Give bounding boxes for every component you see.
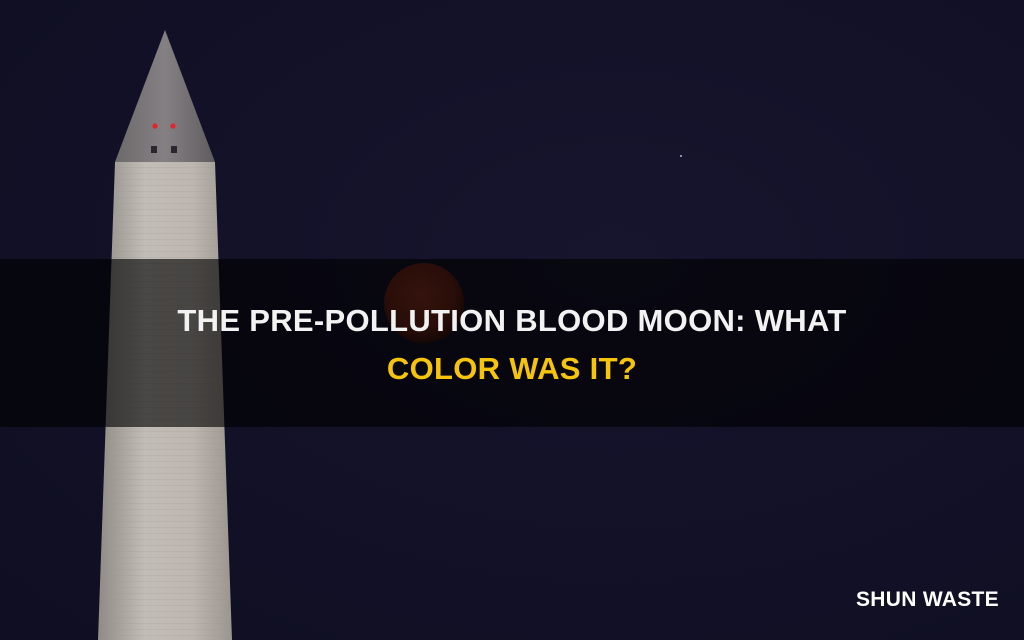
title-line-2: COLOR WAS IT? xyxy=(386,351,638,386)
warning-light xyxy=(152,123,158,129)
monument-pyramidion xyxy=(115,30,215,162)
monument-window xyxy=(151,146,157,153)
star xyxy=(680,155,682,157)
brand-watermark: SHUN WASTE xyxy=(855,588,999,611)
title-line-1: THE PRE-POLLUTION BLOOD MOON: WHAT xyxy=(177,303,847,338)
monument-window xyxy=(171,146,177,153)
hero-image: THE PRE-POLLUTION BLOOD MOON: WHAT COLOR… xyxy=(0,0,1024,640)
warning-light xyxy=(170,123,176,129)
page-title: THE PRE-POLLUTION BLOOD MOON: WHAT COLOR… xyxy=(0,297,1024,393)
